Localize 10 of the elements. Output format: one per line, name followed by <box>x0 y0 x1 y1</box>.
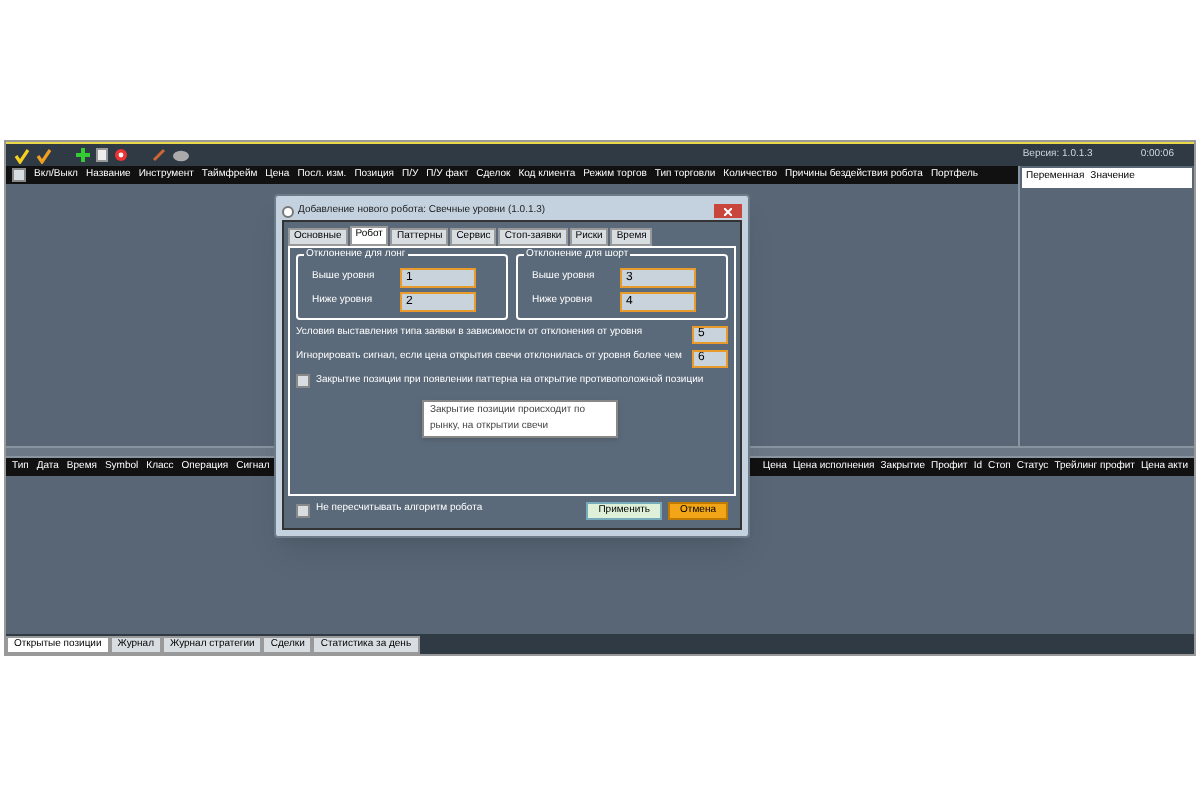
plus-icon[interactable] <box>76 148 90 162</box>
document-icon[interactable] <box>96 148 108 162</box>
pencil-icon[interactable] <box>152 148 166 162</box>
checkbox[interactable] <box>296 503 310 517</box>
close-icon <box>724 207 732 215</box>
close-button[interactable] <box>714 204 742 218</box>
stop-icon[interactable] <box>114 148 128 162</box>
checkbox[interactable] <box>12 168 26 182</box>
app-icon <box>282 205 294 217</box>
checkbox[interactable] <box>296 373 310 388</box>
